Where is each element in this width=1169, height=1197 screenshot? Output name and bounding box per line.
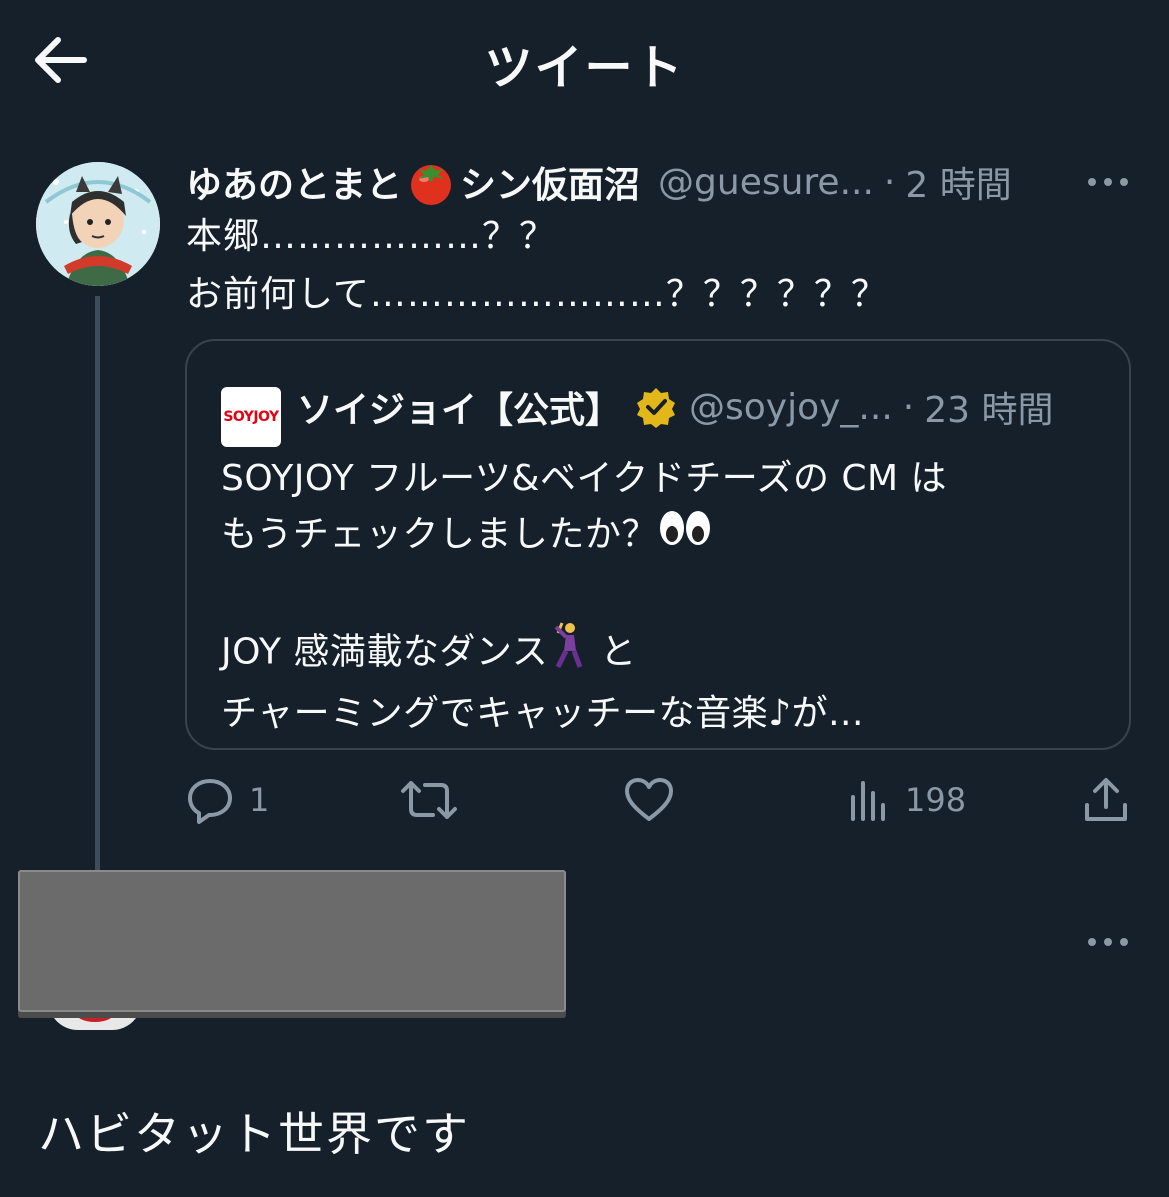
quoted-user-handle: @soyjoy_... bbox=[689, 386, 893, 428]
more-options-button[interactable] bbox=[1080, 160, 1136, 204]
tweet-actions-bar: 1 198 bbox=[185, 772, 1135, 832]
heart-icon bbox=[625, 778, 673, 821]
avatar-illustration bbox=[36, 162, 160, 286]
views-button[interactable]: 198 bbox=[847, 772, 966, 828]
quoted-account-logo: SOYJOY bbox=[221, 387, 281, 447]
tomato-icon bbox=[406, 157, 456, 207]
tweet-text: 本郷………………？？ お前何して……………………？？？？？？ bbox=[186, 216, 888, 315]
quoted-line-4-text-a: JOY 感満載なダンス bbox=[221, 631, 549, 672]
quoted-line-2: もうチェックしましたか？ bbox=[221, 507, 1101, 565]
logo-text: SOYJOY bbox=[223, 409, 279, 425]
retweet-icon bbox=[401, 781, 457, 819]
thread-connector-line bbox=[95, 296, 100, 876]
display-name-suffix[interactable]: シン仮面沼 bbox=[460, 156, 640, 208]
more-horizontal-icon bbox=[1088, 938, 1128, 946]
quoted-display-name: ソイジョイ【公式】 bbox=[297, 390, 622, 431]
quoted-tweet-text: SOYJOY フルーツ&ベイクドチーズの CM はもうチェックしましたか？ JO… bbox=[221, 451, 1101, 742]
separator-dot: · bbox=[883, 161, 896, 203]
quoted-separator-dot: · bbox=[902, 386, 915, 428]
reply-count: 1 bbox=[249, 781, 270, 819]
tweet-detail-page: ツイート ゆあのとまと シン仮面沼 @guesure... · 2 時間 本郷…… bbox=[0, 0, 1169, 1197]
views-bar-chart-icon bbox=[851, 781, 885, 821]
views-count: 198 bbox=[905, 781, 967, 819]
page-title: ツイート bbox=[484, 40, 685, 96]
quoted-line-1: SOYJOY フルーツ&ベイクドチーズの CM は bbox=[221, 458, 948, 499]
quoted-tweet-time: 23 時間 bbox=[924, 390, 1054, 431]
retweet-button[interactable] bbox=[399, 772, 459, 828]
reply-more-options-button[interactable] bbox=[1080, 920, 1136, 964]
verified-gold-badge-icon bbox=[635, 386, 677, 428]
share-button[interactable] bbox=[1081, 772, 1131, 828]
tweet-time[interactable]: 2 時間 bbox=[905, 156, 1011, 208]
more-horizontal-icon bbox=[1088, 178, 1128, 186]
redaction-overlay bbox=[18, 870, 566, 1012]
quoted-line-4: JOY 感満載なダンス と bbox=[221, 621, 1101, 686]
like-button[interactable] bbox=[623, 772, 675, 828]
reply-tweet-text: ハビタット世界です bbox=[38, 1107, 470, 1161]
quoted-line-5: チャーミングでキャッチーな音楽♪が... bbox=[221, 692, 864, 734]
quoted-tweet-header: ソイジョイ【公式】 @soyjoy_... · 23 時間 bbox=[297, 379, 1117, 435]
dancing-man-icon bbox=[548, 621, 588, 686]
share-upload-icon bbox=[1085, 778, 1127, 821]
quoted-tweet-card[interactable]: SOYJOY ソイジョイ【公式】 @soyjoy_... · 23 時間 SOY… bbox=[185, 339, 1131, 750]
quoted-line-2-text: もうチェックしましたか？ bbox=[221, 514, 658, 555]
quoted-line-3 bbox=[221, 565, 1101, 621]
display-name[interactable]: ゆあのとまと bbox=[186, 156, 402, 208]
reply-button[interactable]: 1 bbox=[185, 772, 269, 828]
reply-icon bbox=[188, 779, 232, 824]
tweet-header: ゆあのとまと シン仮面沼 @guesure... · 2 時間 bbox=[186, 154, 1146, 210]
quoted-line-4-text-b: と bbox=[588, 631, 637, 672]
eyes-icon bbox=[658, 508, 712, 565]
user-handle[interactable]: @guesure... bbox=[658, 162, 874, 203]
avatar[interactable] bbox=[36, 162, 160, 286]
